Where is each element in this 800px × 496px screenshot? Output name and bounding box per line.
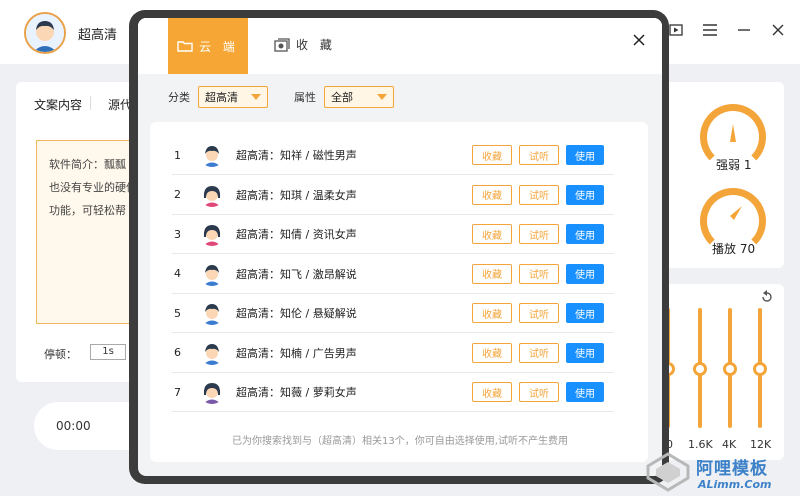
voice-index: 1 [174,148,181,162]
collect-button[interactable]: 收藏 [472,263,512,284]
watermark-text: 阿哩模板 [696,459,768,479]
watermark-url: ALimm.Com [698,478,772,491]
collect-button[interactable]: 收藏 [472,382,512,402]
voice-index: 6 [174,346,181,359]
attribute-select[interactable]: 全部 [324,86,394,108]
editor-line: 软件简介：瓢瓢 [49,158,126,171]
voice-row[interactable]: 2 超高清：知琪 / 温柔女声 收藏 试听 使用 [172,176,614,215]
favorites-icon [274,37,290,52]
use-button[interactable]: 使用 [566,342,604,363]
gauge-needle-icon [730,124,736,142]
voice-name: 超高清：知琪 / 温柔女声 [236,188,357,202]
tab-divider [90,96,91,110]
player-time: 00:00 [56,419,91,433]
use-button[interactable]: 使用 [566,382,604,402]
filter-row: 分类 超高清 属性 全部 [168,86,394,108]
menu-icon[interactable] [702,22,718,38]
listen-button[interactable]: 试听 [519,382,559,402]
category-label: 分类 [168,91,190,104]
voice-row[interactable]: 6 超高清：知楠 / 广告男声 收藏 试听 使用 [172,334,614,373]
male-avatar-icon [200,301,224,325]
watermark-logo: 阿哩模板 ALimm.Com [640,448,800,496]
volume-label: 播放 70 [712,242,756,256]
tab-favorites-label: 收 藏 [296,38,336,52]
category-select[interactable]: 超高清 [198,86,268,108]
voice-picker-dialog: 云 端 收 藏 分类 超高清 属性 全部 1 超高清：知祥 / 磁性男声 收藏 试听使… [138,18,662,476]
collect-button[interactable]: 收藏 [472,342,512,363]
eq-knob[interactable] [693,362,707,376]
collect-button[interactable]: 收藏 [472,224,512,244]
voice-name: 超高清：知伦 / 悬疑解说 [236,307,357,320]
user-avatar[interactable] [24,12,66,54]
close-icon [633,34,645,46]
female-avatar-icon [200,380,224,404]
strength-label: 强弱 1 [716,158,752,172]
listen-button[interactable]: 试听 [519,184,559,205]
attribute-value: 全部 [331,91,353,104]
use-button[interactable]: 使用 [566,224,604,244]
voice-row[interactable]: 3 超高清：知倩 / 资讯女声 收藏 试听 使用 [172,215,614,254]
voice-row[interactable]: 5 超高清：知伦 / 悬疑解说 收藏 试听 使用 [172,294,614,333]
chevron-down-icon [251,94,261,100]
dialog-close-button[interactable] [630,32,648,50]
eq-knob[interactable] [753,362,767,376]
attribute-label: 属性 [294,91,316,104]
listen-button[interactable]: 试听 [519,263,559,284]
listen-button[interactable]: 试听 [519,342,559,363]
close-icon[interactable] [770,22,786,38]
collect-button[interactable]: 收藏 [472,145,512,165]
voice-name: 超高清：知祥 / 磁性男声 [236,149,357,162]
collect-button[interactable]: 收藏 [472,303,512,323]
voice-index: 5 [174,306,181,320]
use-button[interactable]: 使用 [566,263,604,284]
chevron-down-icon [377,94,387,100]
male-avatar-icon [200,143,224,167]
voice-name: 超高清：知飞 / 激昂解说 [236,267,357,281]
collect-button[interactable]: 收藏 [472,184,512,205]
listen-button[interactable]: 试听 [519,145,559,165]
category-value: 超高清 [205,91,238,104]
watermark-logo-icon [646,452,690,492]
video-icon[interactable] [668,22,684,38]
use-button[interactable]: 使用 [566,184,604,205]
editor-line: 也没有专业的硬件 [49,181,137,194]
tab-text-content[interactable]: 文案内容 [34,96,82,113]
male-avatar-icon [200,261,224,286]
voice-name: 超高清：知倩 / 资讯女声 [236,228,357,241]
voice-list: 1 超高清：知祥 / 磁性男声 收藏 试听 使用 2 超高清：知琪 / 温柔女声 收藏 试听 使用… [150,122,648,462]
editor-line: 功能，可轻松帮 [49,204,126,217]
minimize-icon[interactable] [736,22,752,38]
voice-row[interactable]: 7 超高清：知薇 / 萝莉女声 收藏 试听 使用 [172,373,614,412]
voice-index: 2 [174,188,181,201]
app-user-name: 超高清 [78,28,118,43]
voice-index: 3 [174,227,181,241]
eq-knob[interactable] [723,362,737,376]
male-avatar-icon [200,340,224,365]
gauge-needle-icon [730,206,742,220]
use-button[interactable]: 使用 [566,303,604,323]
listen-button[interactable]: 试听 [519,224,559,244]
voice-index: 7 [174,385,181,399]
voice-name: 超高清：知薇 / 萝莉女声 [236,386,357,399]
tab-cloud-label: 云 端 [199,39,239,54]
pause-input[interactable]: 1s [90,344,126,360]
folder-icon [177,41,193,52]
reset-icon[interactable] [760,290,774,304]
voice-row[interactable]: 4 超高清：知飞 / 激昂解说 收藏 试听 使用 [172,255,614,294]
voice-name: 超高清：知楠 / 广告男声 [236,346,357,360]
listen-button[interactable]: 试听 [519,303,559,323]
search-result-note: 已为你搜索找到与（超高清）相关13个，你可自由选择使用,试听不产生费用 [232,436,568,447]
female-avatar-icon [200,222,224,246]
voice-row[interactable]: 1 超高清：知祥 / 磁性男声 收藏 试听 使用 [172,136,614,175]
dialog-header: 云 端 收 藏 [138,18,662,74]
use-button[interactable]: 使用 [566,145,604,165]
female-avatar-icon [200,182,224,207]
tab-cloud[interactable]: 云 端 [168,18,248,74]
tab-favorites[interactable]: 收 藏 [274,36,336,53]
voice-index: 4 [174,267,181,280]
male-avatar-icon [26,14,64,52]
pause-label: 停顿： [44,348,77,361]
